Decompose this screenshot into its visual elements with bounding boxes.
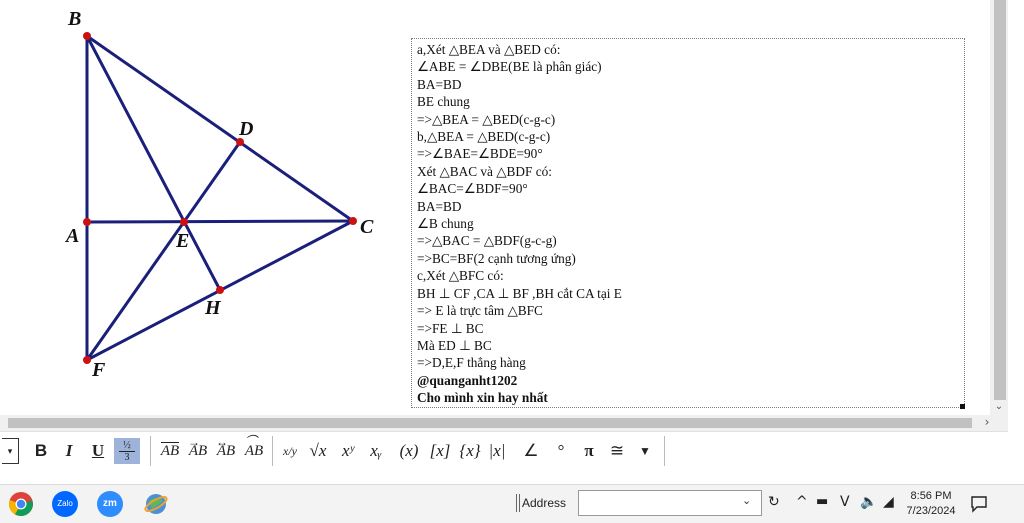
wifi-icon[interactable]: ◢ [883, 494, 894, 510]
arc-button[interactable]: AB ⌒ [242, 434, 266, 464]
taskbar: Zalo zm Address ⌄ ↻ ^ ▬ V 🔈 ◢ 8:56 PM 7/… [0, 484, 1024, 523]
solution-line: => E là trực tâm △BFC [417, 303, 543, 319]
battery-icon[interactable]: ▬ [816, 494, 828, 509]
bold-button[interactable]: B [30, 438, 52, 464]
segment-DF [85, 140, 242, 362]
toolbar-separator [272, 436, 273, 466]
vector-button[interactable]: AB → [186, 435, 210, 464]
label-D: D [239, 118, 254, 140]
sqrt-button[interactable]: √x [306, 438, 330, 464]
browser-globe-icon[interactable] [143, 491, 169, 517]
clock-time: 8:56 PM [910, 490, 952, 502]
solution-line: a,Xét △BEA và △BED có: [417, 42, 561, 57]
segment-BC [85, 34, 355, 223]
vertical-scrollbar-thumb[interactable] [994, 0, 1006, 400]
parentheses-button[interactable]: (x) [396, 438, 422, 464]
fraction-numerator: ½ [123, 440, 131, 451]
address-dropdown-icon[interactable]: ⌄ [742, 494, 751, 507]
point-C [349, 217, 357, 225]
point-E [180, 218, 188, 226]
point-A [83, 218, 91, 226]
vpn-icon[interactable]: V [840, 494, 850, 510]
system-clock[interactable]: 8:56 PM 7/23/2024 [902, 489, 960, 519]
label-B: B [68, 8, 82, 30]
arc-icon: ⌒ [245, 434, 258, 448]
solution-line: =>△BEA = △BED(c-g-c) [417, 111, 556, 127]
toolbar-separator [664, 436, 665, 466]
superscript-button[interactable]: xʸ [336, 438, 360, 464]
point-H [216, 286, 224, 294]
absolute-button[interactable]: |x| [486, 438, 508, 464]
clock-date: 7/23/2024 [906, 505, 956, 517]
volume-icon[interactable]: 🔈 [860, 494, 877, 510]
toolbar-grip[interactable] [516, 494, 520, 512]
solution-line: BA=BD [417, 76, 462, 92]
solution-textbox[interactable]: a,Xét △BEA và △BED có: ∠ABE = ∠DBE(BE là… [411, 38, 965, 408]
frac-button[interactable]: x/y [280, 438, 300, 464]
label-H: H [205, 297, 221, 319]
solution-line: BA=BD [417, 198, 462, 214]
segment-AC [85, 219, 355, 224]
subscript-button[interactable]: xᵧ [364, 438, 388, 464]
toolbar-gap [0, 470, 1024, 484]
horizontal-scrollbar-thumb[interactable] [8, 418, 972, 428]
zoom-icon[interactable]: zm [97, 491, 123, 517]
scroll-right-icon[interactable]: › [980, 415, 994, 431]
double-arrow-icon: ↔ [216, 435, 228, 449]
solution-line: Xét △BAC và △BDF có: [417, 163, 552, 179]
italic-button[interactable]: I [58, 438, 80, 464]
solution-line: ∠BAC=∠BDF=90° [417, 181, 528, 197]
segment-label: AB [160, 442, 180, 459]
address-input[interactable] [578, 490, 762, 516]
segment-BH [85, 34, 222, 292]
notification-icon[interactable] [970, 495, 988, 513]
label-E: E [176, 230, 190, 252]
brackets-button[interactable]: [x] [427, 438, 453, 464]
solution-line: =>D,E,F thẳng hàng [417, 355, 526, 371]
zalo-icon[interactable]: Zalo [52, 491, 78, 517]
fraction-denominator: 3 [119, 451, 135, 463]
solution-line: =>FE ⊥ BC [417, 320, 484, 336]
angle-button[interactable]: ∠ [520, 438, 542, 464]
right-edge [1008, 0, 1024, 470]
solution-line: =>△BAC = △BDF(g-c-g) [417, 233, 557, 249]
scroll-down-icon[interactable]: ⌄ [992, 401, 1006, 413]
more-symbols-button[interactable]: ▼ [634, 438, 656, 464]
label-C: C [360, 216, 374, 238]
chrome-icon[interactable] [8, 491, 34, 517]
toolbar-dropdown-icon[interactable]: ▾ [2, 438, 19, 464]
solution-line: ∠ABE = ∠DBE(BE là phân giác) [417, 59, 602, 75]
vector-arrow-icon: → [188, 435, 200, 449]
show-hidden-icons[interactable]: ^ [796, 494, 808, 510]
address-label: Address [522, 496, 567, 510]
label-F: F [92, 359, 106, 381]
braces-button[interactable]: {x} [457, 438, 483, 464]
refresh-icon[interactable]: ↻ [768, 494, 780, 510]
solution-line: BH ⊥ CF ,CA ⊥ BF ,BH cắt CA tại E [417, 285, 622, 301]
line-button[interactable]: AB ↔ [214, 435, 238, 464]
congruent-button[interactable]: ≅ [606, 438, 628, 464]
author-handle: @quanganht1202 [417, 372, 518, 388]
editor-canvas[interactable]: B D A E C H F a,Xét △BEA và △BED có: ∠AB… [0, 0, 990, 415]
geometry-figure [83, 32, 357, 364]
segment-button[interactable]: AB [158, 438, 182, 464]
solution-line: c,Xét △BFC có: [417, 268, 504, 284]
solution-line: Mà ED ⊥ BC [417, 337, 492, 353]
underline-button[interactable]: U [86, 438, 110, 464]
resize-handle[interactable] [960, 404, 965, 409]
solution-line: =>BC=BF(2 cạnh tương ứng) [417, 250, 576, 266]
solution-line: b,△BEA = △BED(c-g-c) [417, 129, 551, 145]
toolbar-separator [150, 436, 151, 466]
closing-request: Cho mình xin hay nhất [417, 390, 548, 406]
fraction-button[interactable]: ½ 3 [114, 438, 140, 464]
point-F [83, 356, 91, 364]
degree-button[interactable]: ° [550, 438, 572, 464]
solution-line: =>∠BAE=∠BDE=90° [417, 146, 543, 162]
solution-line: BE chung [417, 94, 470, 110]
label-A: A [66, 225, 80, 247]
solution-line: ∠B chung [417, 216, 474, 232]
pi-button[interactable]: π [578, 438, 600, 464]
point-B [83, 32, 91, 40]
math-toolbar: ▾ B I U ½ 3 AB AB → AB ↔ AB ⌒ x/y √x xʸ xᵧ … [0, 431, 1008, 470]
